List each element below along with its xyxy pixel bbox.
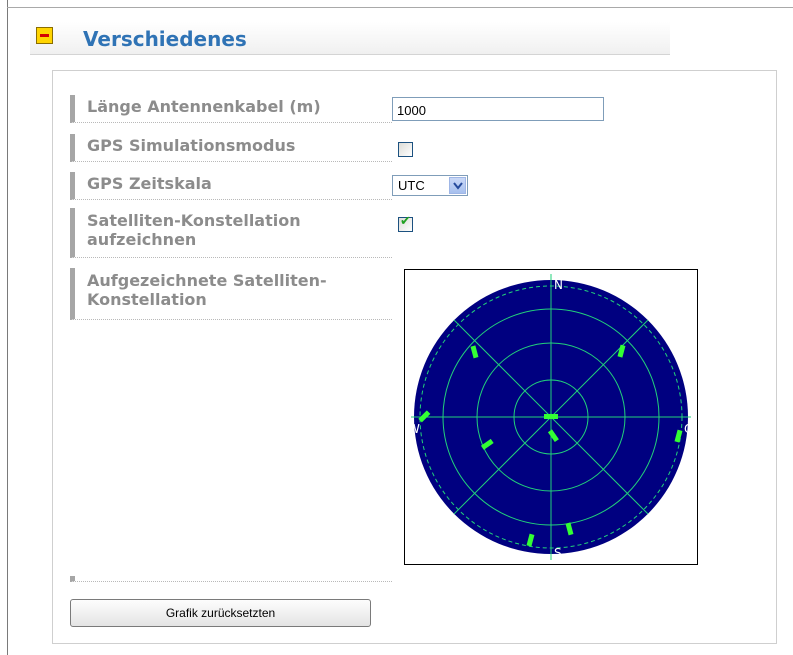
gps-simulation-label: GPS Simulationsmodus xyxy=(70,134,392,162)
skyplot-chart: N S W O xyxy=(408,274,693,560)
direction-east: O xyxy=(684,422,693,436)
reset-chart-button[interactable]: Grafik zurücksetzten xyxy=(70,599,371,627)
gps-simulation-checkbox[interactable] xyxy=(398,142,413,157)
chevron-down-icon[interactable] xyxy=(449,177,466,194)
record-constellation-checkbox[interactable]: ✔ xyxy=(398,214,413,232)
window-frame-left xyxy=(7,0,8,655)
skyplot-frame: N S W O xyxy=(404,269,698,565)
satellite-marker xyxy=(544,414,558,419)
section-title: Verschiedenes xyxy=(83,27,247,51)
button-row-label xyxy=(70,576,392,582)
gps-timescale-value: UTC xyxy=(398,178,425,193)
recorded-constellation-label: Aufgezeichnete Satelliten- Konstellation xyxy=(70,268,392,320)
gps-timescale-label: GPS Zeitskala xyxy=(70,172,392,200)
direction-west: W xyxy=(408,422,420,436)
direction-south: S xyxy=(554,546,562,560)
gps-timescale-select[interactable]: UTC xyxy=(392,175,468,196)
checkmark-icon: ✔ xyxy=(400,214,411,229)
antenna-cable-label: Länge Antennenkabel (m) xyxy=(70,95,392,123)
antenna-cable-input[interactable] xyxy=(392,97,604,121)
minus-icon[interactable] xyxy=(36,27,53,44)
record-constellation-label: Satelliten-Konstellation aufzeichnen xyxy=(70,208,392,258)
direction-north: N xyxy=(554,278,563,292)
section-header: Verschiedenes xyxy=(30,22,670,55)
window-frame-top xyxy=(7,7,793,8)
